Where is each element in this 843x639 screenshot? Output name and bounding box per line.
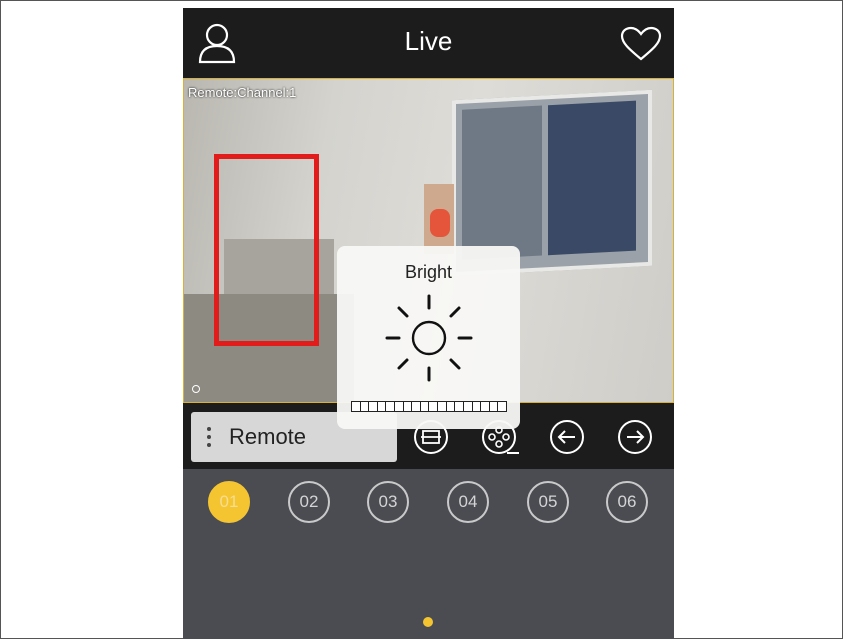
channel-button-04[interactable]: 04 [447,481,489,523]
heart-icon[interactable] [619,26,663,62]
page-title: Live [404,26,453,56]
highlight-box [214,154,319,346]
channel-osd-label: Remote:Channel:1 [188,85,297,100]
arrow-right-icon[interactable] [617,419,653,455]
channel-button-03[interactable]: 03 [367,481,409,523]
channel-button-06[interactable]: 06 [606,481,648,523]
osd-dot [192,385,200,393]
channel-button-05[interactable]: 05 [527,481,569,523]
sun-icon [383,292,475,384]
video-red-object [430,209,450,237]
channel-list: 01 02 03 04 05 06 [183,471,674,541]
top-bar: Live [183,8,674,78]
brightness-label: Bright [404,262,453,282]
arrow-left-icon[interactable] [549,419,585,455]
page-indicator-dot[interactable] [423,617,433,627]
channel-button-02[interactable]: 02 [288,481,330,523]
brightness-level-bar[interactable] [351,401,507,412]
kebab-icon [207,427,211,451]
brightness-panel: Bright [337,246,520,429]
remote-label: Remote [229,424,307,449]
channel-button-01[interactable]: 01 [208,481,250,523]
